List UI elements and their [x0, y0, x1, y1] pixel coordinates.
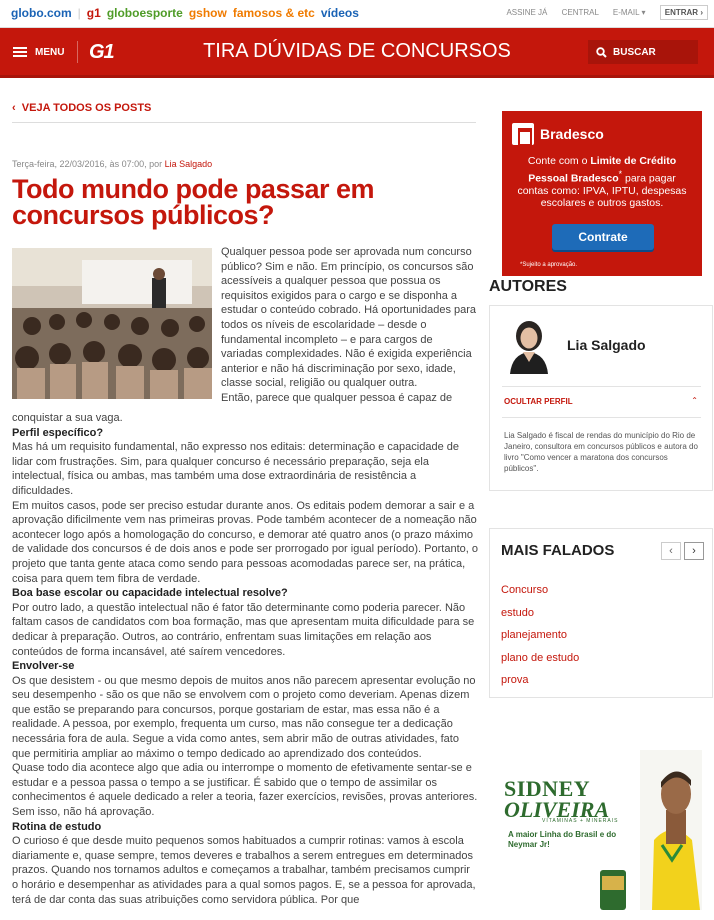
- section-heading: Envolver-se: [12, 660, 75, 673]
- link-famosos[interactable]: famosos & etc: [233, 6, 315, 20]
- chevron-right-icon: ›: [700, 8, 703, 17]
- paragraph: Os que desistem - ou que mesmo depois de…: [12, 674, 476, 760]
- pager: ‹ ›: [658, 542, 704, 560]
- central-link[interactable]: CENTRAL: [562, 8, 599, 17]
- tag-link[interactable]: planejamento: [501, 629, 579, 652]
- link-gshow[interactable]: gshow: [189, 6, 227, 20]
- author-bio: Lia Salgado é fiscal de rendas do municí…: [504, 431, 698, 473]
- post-body: conquistar a sua vaga. Perfil específico…: [12, 411, 478, 907]
- tag-link[interactable]: prova: [501, 674, 579, 697]
- ad-footnote: *Sujeito a aprovação.: [520, 262, 578, 268]
- intro-last-line: Então, parece que qualquer pessoa é capa…: [221, 391, 453, 404]
- most-talked-box: MAIS FALADOS ‹ › Concurso estudo planeja…: [489, 528, 713, 698]
- email-label: E-MAIL: [612, 8, 640, 17]
- most-talked-heading: MAIS FALADOS: [501, 542, 615, 559]
- subscribe-link[interactable]: ASSINE JÁ: [506, 8, 547, 17]
- paragraph: O curioso é que desde muito pequenos som…: [12, 835, 476, 906]
- bradesco-brand: Bradesco: [540, 126, 604, 142]
- hide-profile-toggle[interactable]: OCULTAR PERFIL: [504, 397, 573, 406]
- divider: [12, 122, 476, 123]
- paragraph: Por outro lado, a questão intelectual nã…: [12, 601, 475, 658]
- email-link[interactable]: E-MAIL ▾: [613, 8, 646, 17]
- link-globo[interactable]: globo.com: [11, 6, 72, 20]
- globo-topbar: globo.com | g1 globoesporte gshow famosos & e…: [0, 0, 714, 28]
- ad-tagline: A maior Linha do Brasil e do Neymar Jr!: [508, 830, 617, 849]
- bradesco-logo-icon: [512, 123, 534, 146]
- ad-copy: Conte com o Limite de Crédito Pessoal Br…: [512, 155, 692, 210]
- author-name[interactable]: Lia Salgado: [567, 337, 646, 353]
- post-date: Terça-feira, 22/03/2016, às 07:00, por: [12, 159, 165, 169]
- sidney-oliveira-ad[interactable]: SIDNEY OLIVEIRA VITAMINAS + MINERAIS A m…: [502, 750, 702, 910]
- section-heading: Boa base escolar ou capacidade intelectu…: [12, 587, 288, 600]
- divider: [502, 417, 701, 418]
- classroom-photo: [12, 248, 212, 399]
- chevron-up-icon[interactable]: ⌃: [691, 396, 698, 405]
- search-label: BUSCAR: [613, 46, 656, 58]
- brand-subtitle: VITAMINAS + MINERAIS: [542, 818, 619, 824]
- divider: [502, 386, 701, 387]
- intro-paragraph: Qualquer pessoa pode ser aprovada num co…: [221, 246, 477, 390]
- back-label: VEJA TODOS OS POSTS: [21, 102, 152, 114]
- paragraph: conquistar a sua vaga.: [12, 412, 123, 424]
- bradesco-logo: Bradesco: [512, 123, 604, 146]
- section-heading: Perfil específico?: [12, 426, 104, 439]
- authors-heading: AUTORES: [489, 278, 567, 295]
- paragraph: Em muitos casos, pode ser preciso estuda…: [12, 499, 478, 585]
- back-to-posts-link[interactable]: ‹ VEJA TODOS OS POSTS: [12, 102, 151, 114]
- contrate-button[interactable]: Contrate: [552, 224, 654, 250]
- tag-link[interactable]: Concurso: [501, 584, 579, 607]
- site-header: MENU G1 TIRA DÚVIDAS DE CONCURSOS BUSCAR: [0, 28, 714, 78]
- avatar: [506, 316, 552, 374]
- ad-copy-start: Conte com o: [527, 155, 591, 167]
- login-button[interactable]: ENTRAR ›: [659, 5, 708, 20]
- network-links: globo.com | g1 globoesporte gshow famosos & e…: [11, 6, 359, 20]
- link-g1[interactable]: g1: [87, 6, 101, 20]
- link-globoesporte[interactable]: globoesporte: [107, 6, 183, 20]
- post-intro: Qualquer pessoa pode ser aprovada num co…: [221, 245, 477, 406]
- login-label: ENTRAR: [664, 8, 699, 17]
- section-heading: Rotina de estudo: [12, 820, 102, 833]
- search-icon: [596, 46, 607, 58]
- bradesco-ad[interactable]: Bradesco Conte com o Limite de Crédito P…: [502, 111, 702, 276]
- search-button[interactable]: BUSCAR: [588, 40, 698, 64]
- paragraph: Mas há um requisito fundamental, não exp…: [12, 441, 459, 497]
- chevron-right-icon[interactable]: ›: [684, 542, 704, 560]
- post-title: Todo mundo pode passar em concursos públ…: [12, 174, 375, 230]
- tag-list: Concurso estudo planejamento plano de es…: [501, 584, 579, 697]
- chevron-down-icon: ▾: [641, 8, 646, 17]
- link-videos[interactable]: vídeos: [321, 6, 359, 20]
- post-meta: Terça-feira, 22/03/2016, às 07:00, por L…: [12, 159, 212, 169]
- chevron-left-icon[interactable]: ‹: [661, 542, 681, 560]
- tag-link[interactable]: plano de estudo: [501, 652, 579, 675]
- paragraph: Quase todo dia acontece algo que adia ou…: [12, 762, 478, 819]
- tag-link[interactable]: estudo: [501, 607, 579, 630]
- post-author-link[interactable]: Lia Salgado: [165, 159, 213, 169]
- user-links: ASSINE JÁ CENTRAL E-MAIL ▾ ENTRAR ›: [494, 5, 708, 20]
- author-card: Lia Salgado OCULTAR PERFIL ⌃ Lia Salgado…: [489, 305, 713, 491]
